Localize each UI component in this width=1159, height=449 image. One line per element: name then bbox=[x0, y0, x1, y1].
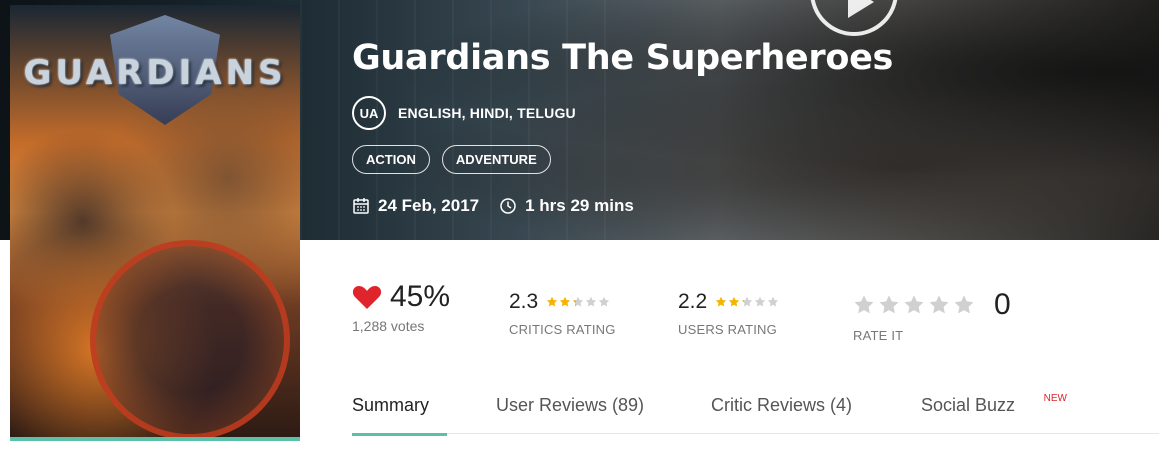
likes-percent: 45% bbox=[390, 280, 451, 313]
tab-user-reviews[interactable]: User Reviews (89) bbox=[496, 394, 711, 434]
languages: ENGLISH, HINDI, TELUGU bbox=[398, 105, 576, 121]
users-rating-label: USERS RATING bbox=[678, 322, 777, 337]
movie-poster[interactable]: GUARDIANS bbox=[10, 5, 300, 441]
rate-it-block: 0 RATE IT bbox=[853, 288, 1011, 343]
critics-stars bbox=[546, 296, 611, 308]
users-rating-block: 2.2 USERS RATING bbox=[678, 290, 780, 337]
critics-star-1 bbox=[547, 296, 558, 307]
users-star-4 bbox=[755, 296, 766, 307]
new-badge: NEW bbox=[1043, 393, 1067, 404]
rate-star-4[interactable] bbox=[928, 294, 950, 316]
calendar-icon bbox=[353, 198, 369, 214]
detail-tabs: Summary User Reviews (89) Critic Reviews… bbox=[352, 393, 1159, 436]
critics-star-3 bbox=[573, 296, 584, 307]
certificate-language-row: UA ENGLISH, HINDI, TELUGU bbox=[352, 96, 576, 130]
users-star-3 bbox=[742, 296, 753, 307]
critics-score: 2.3 bbox=[509, 290, 539, 313]
heart-icon[interactable] bbox=[352, 284, 382, 310]
users-star-5 bbox=[768, 296, 779, 307]
rate-star-3[interactable] bbox=[903, 294, 925, 316]
votes-count: 1,288 votes bbox=[352, 318, 425, 334]
movie-page: GUARDIANS Guardians The Superheroes UA E… bbox=[0, 0, 1159, 449]
users-score: 2.2 bbox=[678, 290, 708, 313]
poster-shield bbox=[90, 240, 290, 437]
tab-critic-reviews[interactable]: Critic Reviews (4) bbox=[711, 394, 921, 434]
duration: 1 hrs 29 mins bbox=[525, 196, 634, 215]
critics-star-5 bbox=[599, 296, 610, 307]
critics-star-2 bbox=[560, 296, 571, 307]
poster-logo: GUARDIANS bbox=[23, 53, 287, 93]
release-date: 24 Feb, 2017 bbox=[378, 196, 480, 215]
rate-star-2[interactable] bbox=[878, 294, 900, 316]
genre-list: ACTION ADVENTURE bbox=[352, 145, 563, 174]
rate-star-5[interactable] bbox=[953, 294, 975, 316]
tab-social-buzz-label: Social Buzz bbox=[921, 395, 1016, 415]
play-icon bbox=[848, 0, 874, 18]
likes-block: 45% 1,288 votes bbox=[352, 280, 450, 334]
users-stars bbox=[715, 296, 780, 308]
genre-tag[interactable]: ADVENTURE bbox=[441, 145, 551, 174]
critics-rating-label: CRITICS RATING bbox=[509, 322, 616, 337]
users-star-2 bbox=[729, 296, 740, 307]
rate-it-stars bbox=[853, 294, 978, 316]
movie-title: Guardians The Superheroes bbox=[352, 38, 894, 78]
tab-social-buzz[interactable]: Social Buzz NEW bbox=[921, 393, 1067, 434]
users-star-1 bbox=[716, 296, 727, 307]
release-info-row: 24 Feb, 2017 1 hrs 29 mins bbox=[352, 196, 634, 216]
genre-tag[interactable]: ACTION bbox=[352, 145, 430, 174]
certificate-badge: UA bbox=[352, 96, 386, 130]
clock-icon bbox=[500, 198, 516, 214]
critics-star-4 bbox=[586, 296, 597, 307]
rate-star-1[interactable] bbox=[853, 294, 875, 316]
rate-it-value: 0 bbox=[994, 288, 1011, 321]
rate-it-label: RATE IT bbox=[853, 328, 904, 343]
tab-summary[interactable]: Summary bbox=[352, 394, 496, 436]
critics-rating-block: 2.3 CRITICS RATING bbox=[509, 290, 616, 337]
